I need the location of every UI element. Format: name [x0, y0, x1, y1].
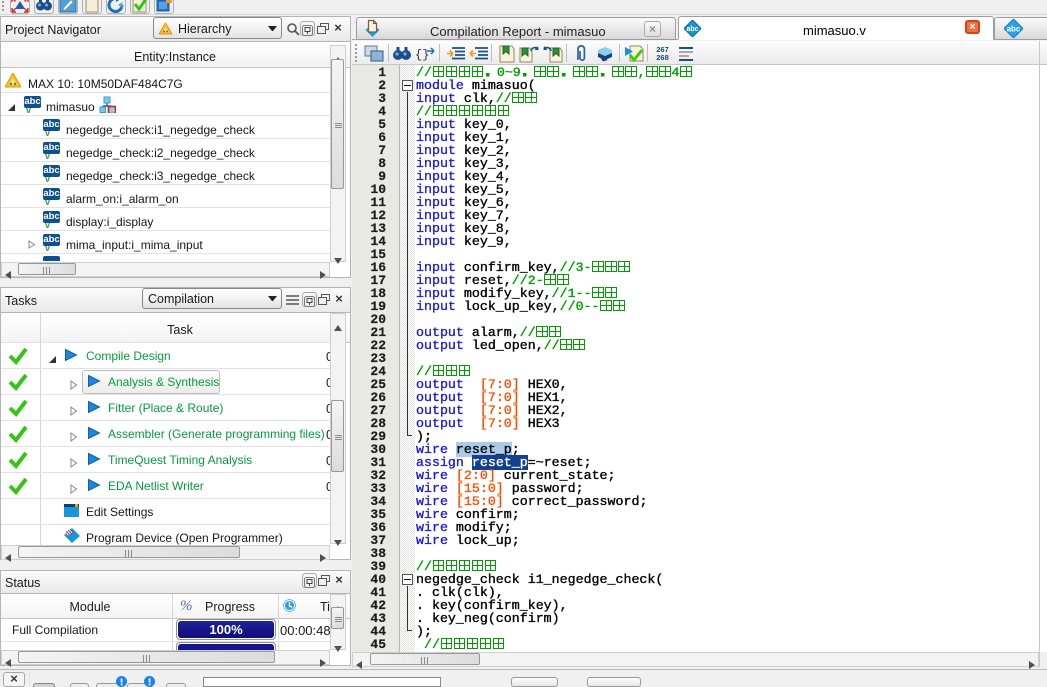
- svg-text:{}: {}: [415, 48, 429, 62]
- svg-text:abc: abc: [686, 26, 698, 33]
- svg-text:abc: abc: [1007, 25, 1021, 34]
